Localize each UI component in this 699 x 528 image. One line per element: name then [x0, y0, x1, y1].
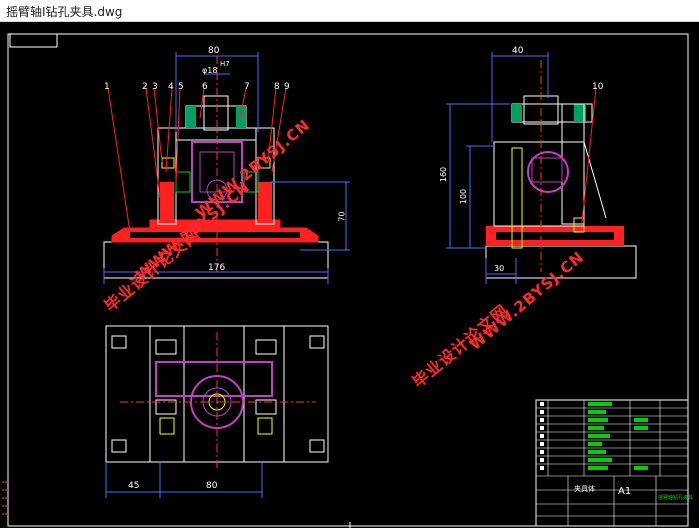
title-block [535, 399, 689, 527]
dim-top-mid: 80 [206, 481, 218, 491]
dim-side-height-mid: 100 [459, 188, 469, 205]
dim-top-left: 45 [128, 481, 140, 491]
balloon-2: 2 [142, 82, 148, 92]
window-title: 摇臂轴I钻孔夹具.dwg [6, 5, 123, 19]
dim-front-height: 70 [337, 211, 347, 222]
cad-drawing-canvas[interactable]: 80 φ18 H7 70 176 40 160 100 30 45 80 1 2… [0, 22, 699, 528]
drawing-code-box [9, 33, 58, 48]
dim-front-base: 176 [208, 263, 226, 273]
balloon-6: 6 [202, 82, 208, 92]
front-view [103, 52, 350, 284]
title-block-drawing-name: 摇臂轴钻孔夹具 [658, 495, 694, 501]
dim-side-base: 30 [494, 264, 505, 273]
balloon-3: 3 [152, 82, 158, 92]
dim-side-height-total: 160 [439, 166, 449, 183]
side-view [446, 52, 637, 284]
dim-front-h7: H7 [220, 60, 230, 68]
balloon-5: 5 [178, 82, 184, 92]
title-block-material: 夹具体 [574, 485, 595, 493]
edge-marker [2, 481, 8, 515]
balloon-7: 7 [244, 82, 250, 92]
window-titlebar: 摇臂轴I钻孔夹具.dwg [0, 0, 699, 22]
balloon-1: 1 [104, 82, 110, 92]
dim-front-width: 80 [208, 46, 220, 56]
dim-front-bore: φ18 [202, 66, 218, 75]
balloon-9: 9 [284, 82, 290, 92]
balloon-10: 10 [592, 82, 604, 92]
title-block-size: A1 [618, 486, 632, 497]
top-view [105, 325, 329, 498]
dim-side-width: 40 [512, 46, 524, 56]
balloon-8: 8 [274, 82, 280, 92]
balloon-4: 4 [168, 82, 174, 92]
drawing-svg [2, 33, 689, 528]
